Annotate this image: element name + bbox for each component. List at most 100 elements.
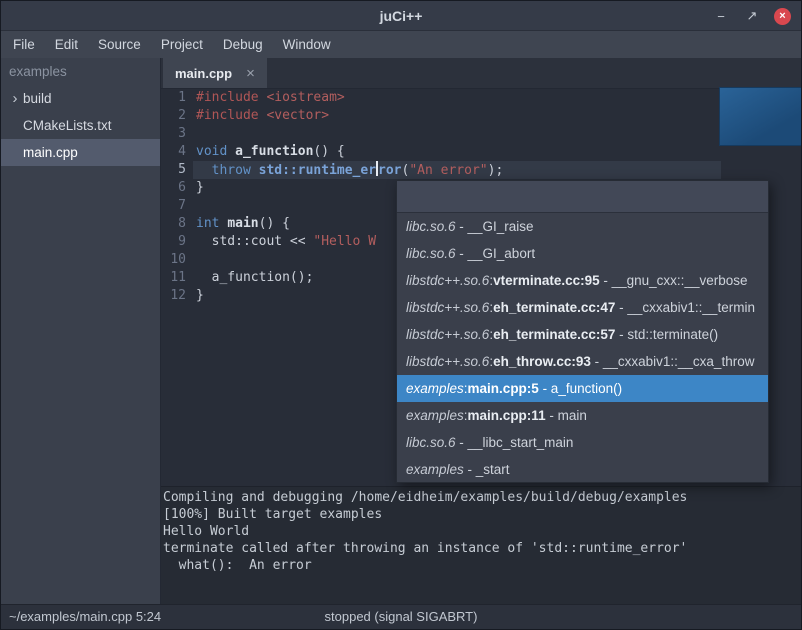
tree-item-main-cpp[interactable]: main.cpp — [1, 139, 160, 166]
tree-item-label: build — [23, 91, 52, 106]
line-number: 4 — [161, 143, 193, 161]
code-segment: <iostream> — [266, 90, 344, 105]
backtrace-text: main.cpp:5 — [468, 381, 539, 396]
backtrace-row[interactable]: libc.so.6 - __GI_raise — [397, 213, 768, 240]
line-number: 3 — [161, 125, 193, 143]
backtrace-row[interactable]: libstdc++.so.6:eh_throw.cc:93 - __cxxabi… — [397, 348, 768, 375]
backtrace-text: libstdc++.so.6 — [406, 327, 489, 342]
backtrace-text: - __cxxabiv1::__termin — [615, 300, 755, 315]
code-segment: int — [196, 216, 219, 231]
sidebar: examples ›buildCMakeLists.txtmain.cpp — [1, 58, 161, 604]
terminal-line: [100%] Built target examples — [163, 506, 801, 523]
chevron-right-icon[interactable]: › — [7, 85, 23, 112]
code-line: 2#include <vector> — [161, 107, 801, 125]
code-segment — [196, 163, 212, 178]
line-number: 6 — [161, 179, 193, 197]
code-segment: a_function — [235, 144, 313, 159]
code-segment: "Hello W — [313, 234, 376, 249]
terminal-output[interactable]: Compiling and debugging /home/eidheim/ex… — [161, 486, 801, 605]
backtrace-filter-input[interactable] — [397, 181, 768, 213]
backtrace-row[interactable]: examples:main.cpp:11 - main — [397, 402, 768, 429]
backtrace-text: examples — [406, 381, 464, 396]
backtrace-row[interactable]: libc.so.6 - __GI_abort — [397, 240, 768, 267]
code-text: #include <vector> — [193, 107, 329, 125]
code-segment: void — [196, 144, 227, 159]
code-segment: () { — [313, 144, 344, 159]
backtrace-row[interactable]: libc.so.6 - __libc_start_main — [397, 429, 768, 456]
doc-tooltip — [719, 87, 802, 146]
backtrace-row[interactable]: libstdc++.so.6:eh_terminate.cc:47 - __cx… — [397, 294, 768, 321]
line-number: 10 — [161, 251, 193, 269]
backtrace-text: - __GI_abort — [456, 246, 536, 261]
tree-item-cmakelists-txt[interactable]: CMakeLists.txt — [1, 112, 160, 139]
tree-item-label: main.cpp — [23, 145, 78, 160]
code-segment: } — [196, 180, 204, 195]
terminal-line: Compiling and debugging /home/eidheim/ex… — [163, 489, 801, 506]
code-text: void a_function() { — [193, 143, 345, 161]
menu-item-window[interactable]: Window — [273, 31, 341, 58]
tree-item-label: CMakeLists.txt — [23, 118, 112, 133]
code-segment: ror — [378, 163, 401, 178]
backtrace-text: libc.so.6 — [406, 219, 456, 234]
backtrace-text: libc.so.6 — [406, 435, 456, 450]
code-text: std::cout << "Hello W — [193, 233, 376, 251]
code-segment: throw — [212, 163, 251, 178]
line-number: 11 — [161, 269, 193, 287]
tab-close-icon[interactable]: × — [246, 65, 255, 82]
line-number: 12 — [161, 287, 193, 305]
tab-bar: main.cpp × — [161, 58, 801, 89]
tree-item-build[interactable]: ›build — [1, 85, 160, 112]
backtrace-row[interactable]: examples:main.cpp:5 - a_function() — [397, 375, 768, 402]
code-line: 5 throw std::runtime_error("An error"); — [161, 161, 801, 179]
status-debug-state: stopped (signal SIGABRT) — [1, 605, 801, 629]
backtrace-list: libc.so.6 - __GI_raiselibc.so.6 - __GI_a… — [397, 213, 768, 483]
menu-item-source[interactable]: Source — [88, 31, 151, 58]
close-icon: × — [779, 10, 785, 22]
terminal-line: terminate called after throwing an insta… — [163, 540, 801, 557]
code-segment: std::runtime_er — [259, 163, 376, 178]
backtrace-text: libc.so.6 — [406, 246, 456, 261]
backtrace-text: eh_terminate.cc:47 — [493, 300, 615, 315]
backtrace-text: - a_function() — [539, 381, 622, 396]
backtrace-row[interactable]: libstdc++.so.6:vterminate.cc:95 - __gnu_… — [397, 267, 768, 294]
code-segment: ); — [488, 163, 504, 178]
minimize-button[interactable]: − — [712, 7, 730, 25]
close-button[interactable]: × — [774, 8, 791, 25]
code-segment — [251, 163, 259, 178]
maximize-button[interactable]: ↗ — [743, 7, 761, 25]
backtrace-text: - __cxxabiv1::__cxa_throw — [591, 354, 755, 369]
code-segment: <vector> — [266, 108, 329, 123]
code-segment: a_function(); — [196, 270, 313, 285]
code-line: 3 — [161, 125, 801, 143]
menu-item-project[interactable]: Project — [151, 31, 213, 58]
code-text: int main() { — [193, 215, 290, 233]
code-text — [193, 251, 196, 269]
window-title: juCi++ — [380, 8, 423, 24]
backtrace-text: examples — [406, 408, 464, 423]
code-text: throw std::runtime_error("An error"); — [193, 161, 503, 179]
code-text: } — [193, 287, 204, 305]
code-segment: #include — [196, 108, 266, 123]
tab-main-cpp[interactable]: main.cpp × — [163, 58, 267, 88]
code-segment: () { — [259, 216, 290, 231]
menu-item-file[interactable]: File — [3, 31, 45, 58]
menu-bar: FileEditSourceProjectDebugWindow — [1, 31, 801, 58]
backtrace-text: - __GI_raise — [456, 219, 534, 234]
menu-item-edit[interactable]: Edit — [45, 31, 88, 58]
title-bar[interactable]: juCi++ − ↗ × — [1, 1, 801, 31]
line-number: 9 — [161, 233, 193, 251]
code-text: a_function(); — [193, 269, 313, 287]
code-segment: main — [227, 216, 258, 231]
menu-item-debug[interactable]: Debug — [213, 31, 273, 58]
backtrace-row[interactable]: libstdc++.so.6:eh_terminate.cc:57 - std:… — [397, 321, 768, 348]
backtrace-text: eh_throw.cc:93 — [493, 354, 591, 369]
line-number: 8 — [161, 215, 193, 233]
backtrace-text: libstdc++.so.6 — [406, 300, 489, 315]
backtrace-text: - _start — [464, 462, 510, 477]
backtrace-text: main.cpp:11 — [468, 408, 546, 423]
backtrace-row[interactable]: examples - _start — [397, 456, 768, 483]
code-segment: #include — [196, 90, 266, 105]
code-line: 1#include <iostream> — [161, 89, 801, 107]
code-text: #include <iostream> — [193, 89, 345, 107]
backtrace-text: examples — [406, 462, 464, 477]
